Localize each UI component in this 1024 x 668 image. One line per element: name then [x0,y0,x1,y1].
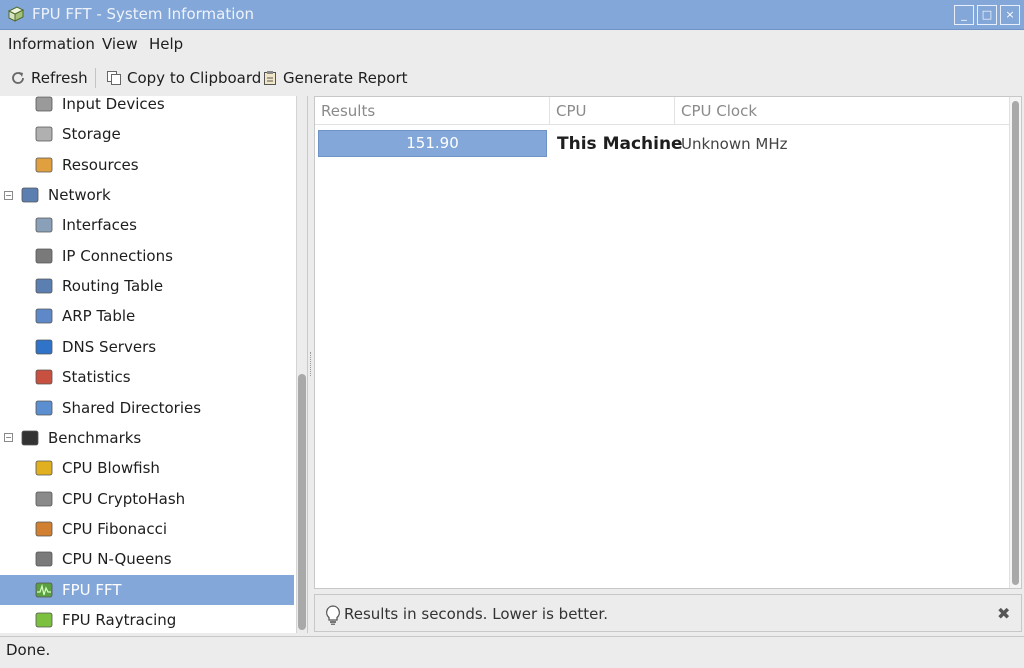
sidebar-item-cpu-fibonacci[interactable]: CPU Fibonacci [0,514,294,544]
result-clock-cell[interactable]: Unknown MHz [681,135,788,153]
toolbar-separator [95,68,96,88]
sidebar-item-label: Statistics [62,368,131,387]
status-bar: Done. [0,636,1024,668]
fibonacci-icon [35,521,53,537]
input-devices-icon [35,96,53,112]
results-scrollbar[interactable] [1009,97,1021,588]
report-label: Generate Report [283,69,408,87]
results-scrollbar-thumb[interactable] [1012,101,1019,585]
sidebar-item-label: Input Devices [62,96,165,113]
menu-help[interactable]: Help [149,35,183,53]
splitter-grip[interactable] [310,352,312,376]
dns-servers-icon [35,339,53,355]
info-close-button[interactable]: ✖ [997,604,1010,623]
result-cpu-cell[interactable]: This Machine [557,134,683,154]
ip-connections-icon [35,248,53,264]
sidebar-item-label: Interfaces [62,216,137,235]
menu-information[interactable]: Information [8,35,95,53]
menu-bar: Information View Help [0,30,1024,58]
menu-view[interactable]: View [102,35,138,53]
sidebar-item-label: IP Connections [62,246,173,265]
window-title: FPU FFT - System Information [32,5,255,23]
report-icon [264,71,276,85]
benchmarks-icon [21,430,39,446]
sidebar-item-label: CPU CryptoHash [62,489,186,508]
sidebar-item-cpu-blowfish[interactable]: CPU Blowfish [0,453,294,483]
results-pane: Results CPU CPU Clock 151.90 This Machin… [314,96,1022,589]
sidebar-item-statistics[interactable]: Statistics [0,362,294,392]
blowfish-icon [35,460,53,476]
arp-table-icon [35,309,53,324]
sidebar-item-label: DNS Servers [62,337,157,356]
sidebar-item-label: FPU FFT [62,580,122,599]
info-bar: Results in seconds. Lower is better. ✖ [314,594,1022,632]
sidebar-item-arp-table[interactable]: ARP Table [0,301,294,331]
storage-icon [35,126,53,142]
toolbar: Refresh Copy to Clipboard Generate Repor… [0,60,1024,94]
network-icon [21,187,39,203]
refresh-label: Refresh [31,69,88,87]
fpu-fft-icon [35,582,53,597]
n-queens-icon [35,551,53,567]
tree-expander-icon[interactable]: − [4,433,13,443]
sidebar-item-label: Network [48,186,111,205]
column-header-cpu-clock[interactable]: CPU Clock [675,97,1009,125]
lightbulb-icon [326,605,340,625]
sidebar-item-ip-connections[interactable]: IP Connections [0,241,294,271]
column-header-cpu[interactable]: CPU [550,97,675,125]
resources-icon [35,157,53,173]
sidebar-item-routing-table[interactable]: Routing Table [0,271,294,301]
sidebar-item-label: ARP Table [62,307,136,326]
result-value-bar[interactable]: 151.90 [318,130,547,157]
copy-icon [107,71,121,85]
sidebar-item-network[interactable]: − Network [0,180,294,210]
sidebar-tree: Input Devices Storage Resources − Network Int… [0,96,308,633]
sidebar-item-label: Routing Table [62,277,164,296]
sidebar-item-label: CPU Fibonacci [62,519,168,538]
column-header-results[interactable]: Results [315,97,550,125]
tree-expander-icon[interactable]: − [4,190,13,200]
sidebar-item-fpu-fft[interactable]: FPU FFT [0,574,294,605]
refresh-button[interactable]: Refresh [10,67,88,89]
sidebar-item-label: Storage [62,125,121,144]
minimize-button[interactable]: _ [954,5,974,25]
cryptohash-icon [35,491,53,506]
sidebar-item-cpu-n-queens[interactable]: CPU N-Queens [0,544,294,574]
sidebar-item-label: CPU N-Queens [62,550,172,569]
sidebar-scrollbar[interactable] [296,96,307,633]
close-button[interactable]: × [1000,5,1020,25]
sidebar-item-label: CPU Blowfish [62,459,160,478]
sidebar-item-fpu-raytracing[interactable]: FPU Raytracing [0,605,294,633]
copy-label: Copy to Clipboard [127,69,262,87]
sidebar-scrollbar-thumb[interactable] [298,374,306,630]
app-icon [7,6,25,22]
refresh-icon [12,72,24,84]
info-message: Results in seconds. Lower is better. [344,605,608,623]
statistics-icon [35,369,53,385]
sidebar-item-storage[interactable]: Storage [0,119,294,149]
raytracing-icon [35,612,53,628]
sidebar-item-input-devices[interactable]: Input Devices [0,96,294,119]
sidebar-item-label: Resources [62,155,139,174]
shared-directories-icon [35,400,53,415]
title-bar: FPU FFT - System Information _ □ × [0,0,1024,30]
copy-to-clipboard-button[interactable]: Copy to Clipboard [106,67,261,89]
maximize-button[interactable]: □ [977,5,997,25]
routing-table-icon [35,278,53,294]
sidebar-item-benchmarks[interactable]: − Benchmarks [0,423,294,453]
sidebar-item-shared-directories[interactable]: Shared Directories [0,393,294,423]
generate-report-button[interactable]: Generate Report [262,67,408,89]
sidebar-item-label: Shared Directories [62,398,202,417]
sidebar-item-cpu-cryptohash[interactable]: CPU CryptoHash [0,484,294,514]
status-text: Done. [6,641,51,659]
sidebar-item-interfaces[interactable]: Interfaces [0,210,294,240]
sidebar-item-dns-servers[interactable]: DNS Servers [0,332,294,362]
interfaces-icon [35,217,53,233]
sidebar-item-resources[interactable]: Resources [0,150,294,180]
sidebar-item-label: FPU Raytracing [62,610,177,629]
sidebar-item-label: Benchmarks [48,428,142,447]
